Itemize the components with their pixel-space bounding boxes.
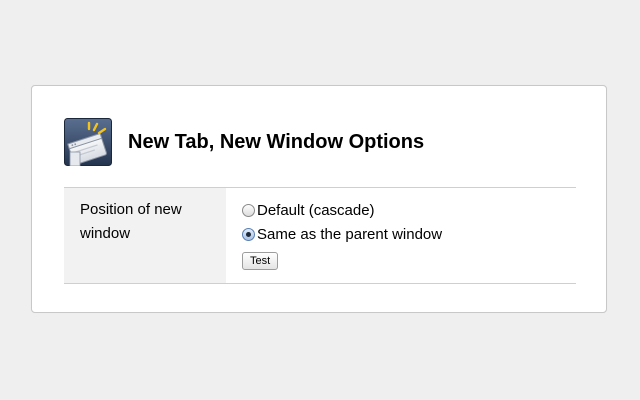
options-table: Position of new window Default (cascade)… bbox=[64, 187, 576, 284]
options-header: New Tab, New Window Options bbox=[64, 118, 425, 167]
browser-window-new-icon bbox=[64, 118, 112, 167]
radio-option-default-cascade[interactable]: Default (cascade) bbox=[242, 198, 576, 222]
page-title: New Tab, New Window Options bbox=[128, 130, 425, 153]
radio-button-same-as-parent[interactable] bbox=[242, 227, 255, 241]
options-card: New Tab, New Window Options Position of … bbox=[31, 85, 607, 313]
position-setting-controls: Default (cascade) Same as the parent win… bbox=[226, 188, 576, 283]
radio-label-default-cascade[interactable]: Default (cascade) bbox=[257, 202, 375, 219]
position-setting-label: Position of new window bbox=[64, 188, 226, 283]
radio-button-default-cascade[interactable] bbox=[242, 203, 255, 217]
radio-option-same-as-parent[interactable]: Same as the parent window bbox=[242, 222, 576, 246]
test-button[interactable]: Test bbox=[242, 252, 279, 270]
radio-label-same-as-parent[interactable]: Same as the parent window bbox=[257, 226, 442, 243]
